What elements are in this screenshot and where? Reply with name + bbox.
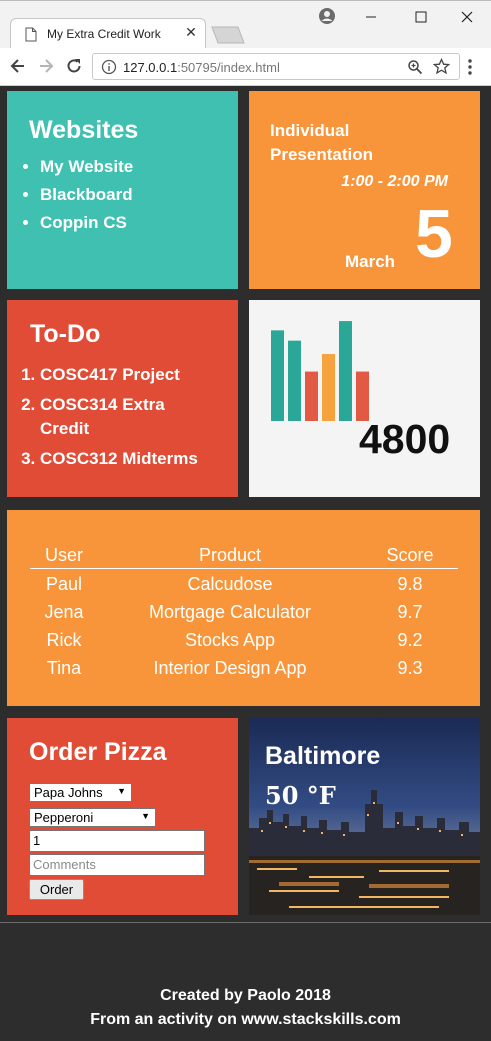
chart-bar: [305, 371, 318, 421]
websites-card: Websites My Website Blackboard Coppin CS: [7, 91, 238, 289]
order-button[interactable]: Order: [29, 879, 84, 900]
scores-header-row: User Product Score: [30, 545, 458, 569]
todo-item: COSC312 Midterms: [40, 447, 210, 471]
footer-source: From an activity on www.stackskills.com: [90, 1011, 401, 1028]
footer-divider: [0, 922, 491, 923]
table-row: Paul Calcudose 9.8: [30, 569, 458, 597]
maximize-icon[interactable]: [406, 7, 436, 27]
tab-title: My Extra Credit Work: [47, 27, 161, 41]
forward-icon[interactable]: [36, 56, 56, 76]
restaurant-value: Papa Johns: [34, 785, 103, 800]
presentation-title: Individual Presentation: [270, 121, 373, 164]
website-link[interactable]: Coppin CS: [40, 213, 133, 233]
reload-icon[interactable]: [64, 56, 84, 76]
chart-bar: [271, 330, 284, 421]
browser-tab[interactable]: My Extra Credit Work ✕: [10, 18, 206, 49]
order-pizza-card: Order Pizza Papa Johns ▼ Pepperoni ▼ 1 C…: [7, 718, 238, 915]
presentation-month: March: [345, 252, 396, 271]
footer: Created by Paolo 2018 From an activity o…: [0, 984, 491, 1032]
tab-close-icon[interactable]: ✕: [184, 25, 198, 39]
bookmark-star-icon[interactable]: [433, 58, 450, 75]
presentation-day: 5: [415, 196, 453, 272]
profile-icon[interactable]: [318, 7, 336, 25]
dropdown-arrow-icon: ▼: [117, 786, 126, 796]
more-menu-icon[interactable]: [467, 58, 473, 76]
info-icon[interactable]: [101, 59, 117, 75]
todo-list: COSC417 Project COSC314 Extra Credit COS…: [40, 363, 210, 477]
quantity-input[interactable]: 1: [29, 830, 205, 852]
page-body: Websites My Website Blackboard Coppin CS…: [0, 86, 491, 1041]
restaurant-select[interactable]: Papa Johns ▼: [29, 783, 132, 802]
cell-user: Tina: [46, 657, 82, 678]
website-link[interactable]: My Website: [40, 157, 133, 177]
bar-chart: [271, 321, 369, 421]
cell-product: Mortgage Calculator: [148, 601, 312, 622]
table-row: Jena Mortgage Calculator 9.7: [30, 597, 458, 625]
todo-item: COSC314 Extra Credit: [40, 393, 210, 441]
chart-bar: [322, 354, 335, 421]
url-text: 127.0.0.1:50795/index.html: [123, 60, 280, 75]
browser-titlebar: My Extra Credit Work ✕: [0, 0, 491, 49]
table-row: Tina Interior Design App 9.3: [30, 653, 458, 681]
cell-score: 9.2: [397, 629, 423, 650]
presentation-time: 1:00 - 2:00 PM: [341, 173, 448, 190]
websites-list: My Website Blackboard Coppin CS: [40, 157, 133, 241]
chart-bar: [339, 321, 352, 421]
websites-title: Websites: [29, 116, 139, 144]
address-bar[interactable]: 127.0.0.1:50795/index.html: [92, 53, 460, 80]
cell-product: Stocks App: [184, 629, 276, 650]
zoom-icon[interactable]: [407, 59, 423, 75]
weather-card: Baltimore 50 °F: [249, 718, 480, 915]
cell-user: Rick: [46, 629, 82, 650]
topping-value: Pepperoni: [34, 810, 94, 825]
scores-card: User Product Score Paul Calcudose 9.8 Je…: [7, 510, 480, 706]
comments-input[interactable]: Comments: [29, 854, 205, 876]
todo-item: COSC417 Project: [40, 363, 210, 387]
cell-product: Interior Design App: [153, 657, 307, 678]
stat-number: 4800: [359, 416, 451, 462]
new-tab-button[interactable]: [210, 26, 246, 44]
todo-title: To-Do: [30, 320, 101, 348]
cell-user: Paul: [45, 573, 83, 594]
cell-score: 9.7: [397, 601, 423, 622]
topping-select[interactable]: Pepperoni ▼: [29, 808, 156, 827]
document-icon: [25, 27, 37, 42]
scores-table: User Product Score Paul Calcudose 9.8 Je…: [30, 545, 458, 681]
close-window-icon[interactable]: [452, 7, 482, 27]
url-host: 127.0.0.1: [123, 60, 178, 75]
weather-temp: 50 °F: [265, 781, 336, 810]
header-product: Product: [98, 545, 362, 569]
browser-toolbar: 127.0.0.1:50795/index.html: [0, 48, 491, 86]
dropdown-arrow-icon: ▼: [141, 811, 150, 821]
footer-credit: Created by Paolo 2018: [160, 987, 331, 1004]
order-pizza-title: Order Pizza: [29, 738, 167, 766]
header-user: User: [30, 545, 98, 569]
url-path: :50795/index.html: [177, 60, 280, 75]
minimize-icon[interactable]: [356, 7, 386, 27]
header-score: Score: [362, 545, 458, 569]
chart-bar: [288, 340, 301, 421]
cell-score: 9.8: [397, 573, 423, 594]
cell-product: Calcudose: [187, 573, 273, 594]
todo-card: To-Do COSC417 Project COSC314 Extra Cred…: [7, 300, 238, 497]
cell-user: Jena: [44, 601, 84, 622]
table-row: Rick Stocks App 9.2: [30, 625, 458, 653]
stats-card: 4800: [249, 300, 480, 497]
cell-score: 9.3: [397, 657, 423, 678]
presentation-card: Individual Presentation 1:00 - 2:00 PM M…: [249, 91, 480, 289]
weather-city: Baltimore: [265, 742, 381, 770]
back-icon[interactable]: [8, 56, 28, 76]
chart-bar: [356, 371, 369, 421]
website-link[interactable]: Blackboard: [40, 185, 133, 205]
